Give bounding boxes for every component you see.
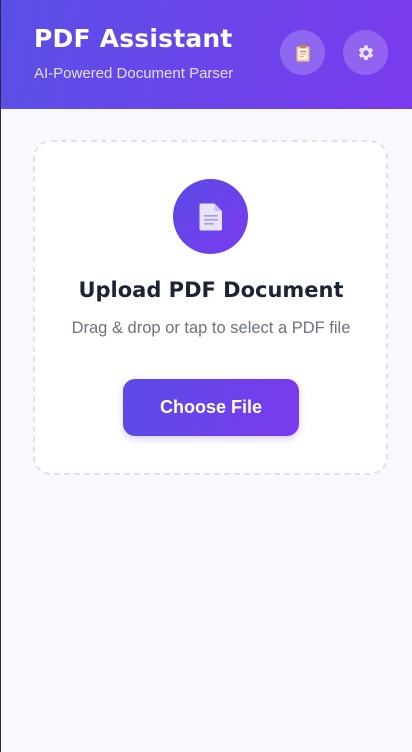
upload-icon-badge bbox=[173, 179, 248, 254]
app-title: PDF Assistant bbox=[34, 24, 233, 53]
upload-title: Upload PDF Document bbox=[78, 278, 344, 302]
gear-icon bbox=[358, 44, 373, 60]
app-header: PDF Assistant AI-Powered Document Parser bbox=[1, 0, 412, 109]
document-icon bbox=[199, 203, 222, 230]
clipboard-icon bbox=[296, 44, 309, 61]
choose-file-button[interactable]: Choose File bbox=[123, 379, 299, 436]
history-button[interactable] bbox=[280, 30, 325, 75]
app-subtitle: AI-Powered Document Parser bbox=[34, 65, 234, 82]
upload-description: Drag & drop or tap to select a PDF file bbox=[71, 319, 351, 337]
settings-button[interactable] bbox=[343, 30, 388, 75]
app-frame: PDF Assistant AI-Powered Document Parser bbox=[0, 0, 412, 752]
